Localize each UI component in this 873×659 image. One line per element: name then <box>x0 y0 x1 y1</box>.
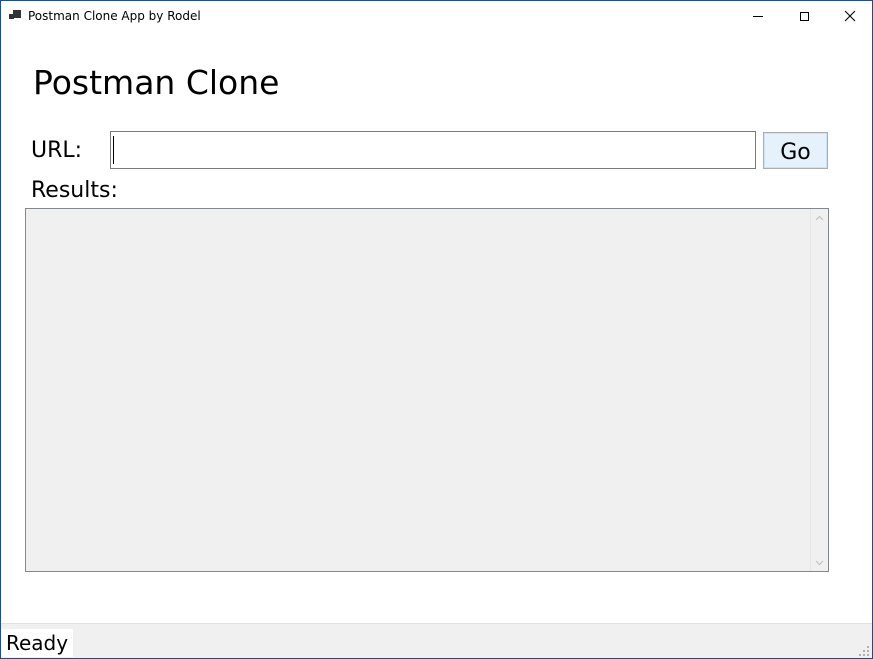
go-button[interactable]: Go <box>763 132 828 169</box>
url-label: URL: <box>31 138 83 163</box>
results-label: Results: <box>31 178 118 203</box>
results-scrollbar[interactable] <box>810 209 828 571</box>
app-window-icon <box>9 10 21 22</box>
app-window: Postman Clone App by Rodel Postman Clone… <box>0 0 873 659</box>
maximize-icon <box>799 11 809 21</box>
text-caret <box>113 136 114 164</box>
status-label: Ready <box>1 629 74 657</box>
url-input[interactable] <box>110 131 756 169</box>
status-bar: Ready <box>1 623 872 658</box>
results-textbox[interactable] <box>25 208 829 572</box>
resize-grip-icon[interactable] <box>859 646 869 656</box>
window-title: Postman Clone App by Rodel <box>28 9 201 23</box>
chevron-up-icon <box>815 215 824 220</box>
close-icon <box>844 10 856 22</box>
page-title: Postman Clone <box>33 63 280 102</box>
minimize-icon <box>753 15 763 17</box>
chevron-down-icon <box>815 560 824 565</box>
maximize-button[interactable] <box>781 1 827 31</box>
close-button[interactable] <box>827 1 872 31</box>
title-bar[interactable]: Postman Clone App by Rodel <box>1 1 872 31</box>
minimize-button[interactable] <box>735 1 781 31</box>
scroll-up-button[interactable] <box>811 209 828 226</box>
scroll-down-button[interactable] <box>811 554 828 571</box>
